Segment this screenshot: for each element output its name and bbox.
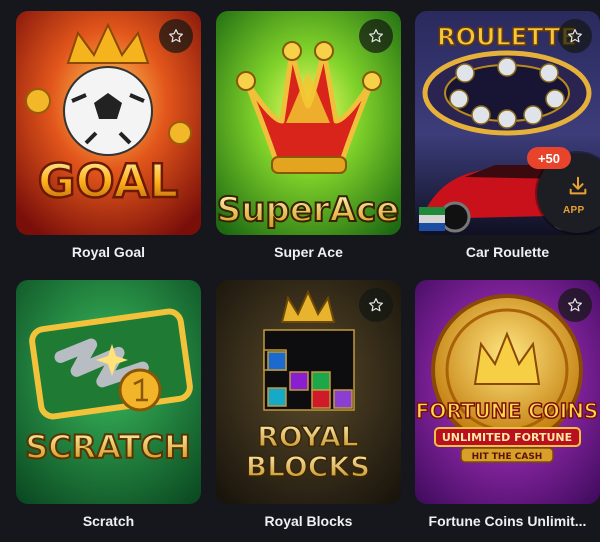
game-thumbnail[interactable]: ROYAL BLOCKS — [216, 280, 401, 504]
art-text: GOAL — [38, 154, 179, 208]
art-text-line-1: ROYAL — [257, 420, 359, 453]
game-tile-royal-blocks[interactable]: ROYAL BLOCKS Royal Blocks — [216, 280, 401, 529]
star-outline-icon — [369, 29, 383, 43]
game-thumbnail[interactable]: FORTUNE COINS UNLIMITED FORTUNE HIT THE … — [415, 280, 600, 504]
art-text: SuperAce — [217, 190, 399, 230]
art-text-line-3: HIT THE CASH — [472, 452, 543, 462]
favorite-button[interactable] — [558, 19, 592, 53]
favorite-button[interactable] — [558, 288, 592, 322]
game-tile-royal-goal[interactable]: GOAL Royal Goal — [16, 11, 201, 260]
favorite-button[interactable] — [159, 19, 193, 53]
art-text-line-2: UNLIMITED FORTUNE — [442, 431, 572, 444]
app-button-label: APP — [563, 205, 585, 216]
art-text-line-2: BLOCKS — [246, 450, 370, 483]
star-outline-icon — [568, 298, 582, 312]
download-icon — [569, 176, 587, 195]
game-thumbnail[interactable]: SCRATCH — [16, 280, 201, 504]
game-thumbnail[interactable]: GOAL — [16, 11, 201, 235]
game-tile-super-ace[interactable]: SuperAce Super Ace — [216, 11, 401, 260]
game-title[interactable]: Scratch — [16, 513, 201, 529]
art-text: SCRATCH — [25, 428, 191, 466]
art-text: ROULETTE — [437, 23, 577, 51]
star-outline-icon — [369, 298, 383, 312]
game-title[interactable]: Super Ace — [216, 244, 401, 260]
game-tile-scratch[interactable]: SCRATCH Scratch — [16, 280, 201, 529]
game-title[interactable]: Car Roulette — [415, 244, 600, 260]
star-outline-icon — [568, 29, 582, 43]
game-thumbnail[interactable]: SuperAce — [216, 11, 401, 235]
star-outline-icon — [169, 29, 183, 43]
game-grid: GOAL Royal Goal SuperAce Super Ace ROULE… — [0, 0, 600, 542]
game-tile-fortune-coins[interactable]: FORTUNE COINS UNLIMITED FORTUNE HIT THE … — [415, 280, 600, 529]
game-title[interactable]: Fortune Coins Unlimit... — [415, 513, 600, 529]
scratch-artwork: SCRATCH — [16, 280, 201, 504]
favorite-button[interactable] — [359, 19, 393, 53]
game-title[interactable]: Royal Goal — [16, 244, 201, 260]
game-title[interactable]: Royal Blocks — [216, 513, 401, 529]
bonus-badge: +50 — [527, 147, 571, 169]
art-text-line-1: FORTUNE COINS — [416, 399, 599, 423]
favorite-button[interactable] — [359, 288, 393, 322]
